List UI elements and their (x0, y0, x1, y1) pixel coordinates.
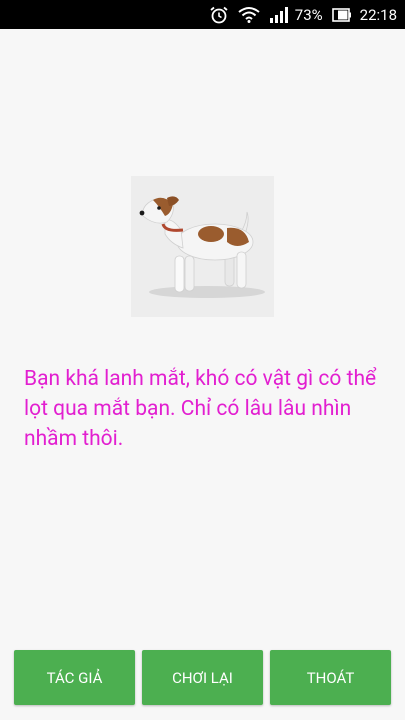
dog-icon (139, 196, 265, 298)
alarm-clock-icon (209, 6, 229, 24)
dog-image (131, 176, 274, 317)
exit-button[interactable]: THOÁT (270, 650, 391, 705)
signal-icon (269, 6, 289, 23)
button-row: TÁC GIẢ CHƠI LẠI THOÁT (14, 650, 391, 705)
battery-percent: 73% (294, 5, 323, 24)
battery-icon (331, 7, 352, 23)
result-message: Bạn khá lanh mắt, khó có vật gì có thể l… (24, 367, 377, 451)
wifi-icon (238, 6, 260, 23)
replay-button[interactable]: CHƠI LẠI (142, 650, 263, 705)
author-button[interactable]: TÁC GIẢ (14, 650, 135, 705)
status-bar: 73% 22:18 (0, 0, 405, 29)
clock: 22:18 (359, 5, 397, 24)
